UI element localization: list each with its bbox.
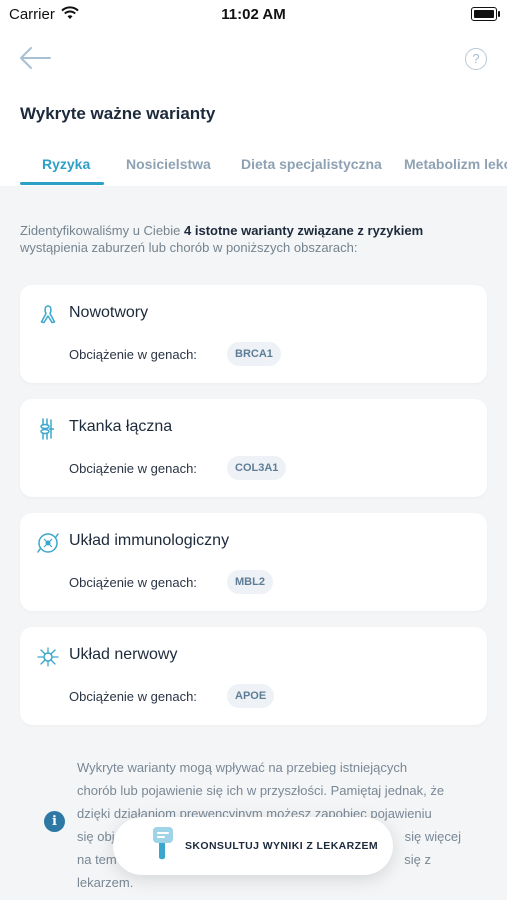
intro-text-bold: 4 istotne warianty związane z ryzykiem <box>184 223 424 238</box>
consult-doctor-button[interactable]: SKONSULTUJ WYNIKI Z LEKARZEM <box>113 817 393 875</box>
footer-line: chorób lub pojawienie się ich w przyszło… <box>77 783 445 798</box>
gene-badge: COL3A1 <box>227 456 287 480</box>
gene-badge: APOE <box>227 684 275 708</box>
gene-label: Obciążenie w genach: <box>69 689 197 704</box>
page-title: Wykryte ważne warianty <box>20 104 216 123</box>
gene-label: Obciążenie w genach: <box>69 347 197 362</box>
shield-virus-icon <box>37 533 59 553</box>
footer-line-right: się więcej <box>404 829 461 844</box>
card-title: Nowotwory <box>69 304 149 321</box>
gene-label: Obciążenie w genach: <box>69 461 197 476</box>
back-arrow-icon[interactable] <box>18 44 52 72</box>
footer-line-left: się obj <box>77 829 115 844</box>
chat-doctor-icon <box>153 827 173 860</box>
help-icon[interactable]: ? <box>465 48 487 70</box>
intro-text-start: Zidentyfikowaliśmy u Ciebie <box>20 223 185 238</box>
clock: 11:02 AM <box>221 6 286 23</box>
risk-card-uklad-immunologiczny[interactable]: Układ immunologiczny Obciążenie w genach… <box>20 513 487 611</box>
footer-line-left: na tem <box>77 852 117 867</box>
card-title: Układ nerwowy <box>69 646 178 663</box>
battery-icon <box>471 7 500 21</box>
neuron-icon <box>37 647 59 667</box>
risk-card-nowotwory[interactable]: Nowotwory Obciążenie w genach: BRCA1 <box>20 285 487 383</box>
gene-badge: BRCA1 <box>227 342 281 366</box>
risk-card-uklad-nerwowy[interactable]: Układ nerwowy Obciążenie w genach: APOE <box>20 627 487 725</box>
status-bar: Carrier 11:02 AM <box>0 0 507 30</box>
card-title: Tkanka łączna <box>69 418 173 435</box>
tab-metabolizm-lekow[interactable]: Metabolizm leków <box>404 156 507 172</box>
tab-nosicielstwa[interactable]: Nosicielstwa <box>126 156 211 172</box>
footer-line-right: się z <box>404 852 431 867</box>
gene-badge: MBL2 <box>227 570 273 594</box>
ribbon-icon <box>40 305 56 324</box>
gene-label: Obciążenie w genach: <box>69 575 197 590</box>
tab-ryzyka[interactable]: Ryzyka <box>42 156 90 172</box>
tab-dieta-specjalistyczna[interactable]: Dieta specjalistyczna <box>241 156 382 172</box>
card-title: Układ immunologiczny <box>69 532 230 549</box>
risk-card-tkanka-laczna[interactable]: Tkanka łączna Obciążenie w genach: COL3A… <box>20 399 487 497</box>
info-icon: i <box>44 811 65 832</box>
footer-line: Wykryte warianty mogą wpływać na przebie… <box>77 760 408 775</box>
intro-text-end: wystąpienia zaburzeń lub chorób w poniżs… <box>20 240 358 255</box>
joint-icon <box>40 418 54 440</box>
intro-text: Zidentyfikowaliśmy u Ciebie 4 istotne wa… <box>20 222 490 256</box>
tab-bar: Ryzyka Nosicielstwa Dieta specjalistyczn… <box>0 148 507 186</box>
active-tab-indicator <box>20 182 104 185</box>
top-bar: Carrier 11:02 AM ? Wykryte ważne wariant… <box>0 0 507 186</box>
consult-doctor-label: SKONSULTUJ WYNIKI Z LEKARZEM <box>185 840 379 852</box>
